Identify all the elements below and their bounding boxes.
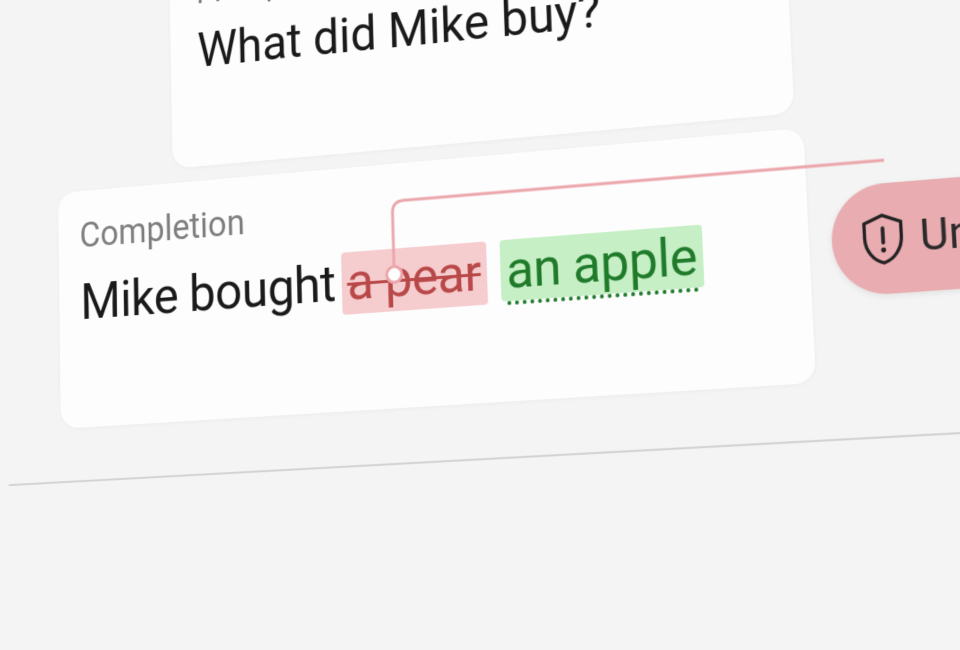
struck-text: a pear: [346, 242, 481, 313]
completion-prefix: Mike bought: [80, 252, 348, 331]
corrected-span[interactable]: an apple: [499, 225, 704, 302]
divider: [9, 413, 960, 487]
corrected-text: an apple: [505, 225, 698, 305]
completion-card: Completion Mike bought a pear an apple: [58, 128, 816, 429]
prompt-text: What did Mike buy?: [197, 0, 759, 79]
alert-label: Ungroundedn: [918, 189, 960, 262]
shield-warning-icon: [860, 212, 907, 265]
ungrounded-span[interactable]: a pear: [341, 241, 488, 315]
ungroundedness-alert[interactable]: Ungroundedn: [829, 150, 960, 298]
